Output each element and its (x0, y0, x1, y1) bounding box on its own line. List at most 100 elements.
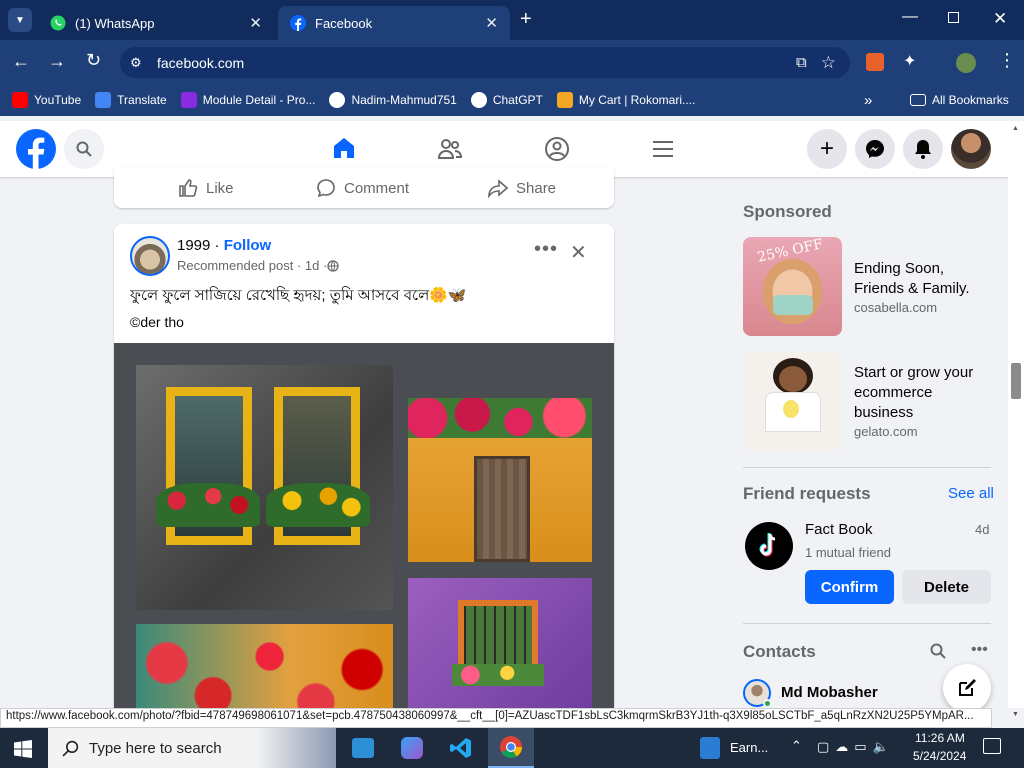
windows-icon (14, 740, 32, 758)
close-window-button[interactable]: ✕ (993, 9, 1007, 29)
messenger-icon (866, 140, 884, 158)
post-photo-grid[interactable] (114, 343, 614, 728)
friends-icon (437, 139, 462, 159)
ad-title: Start or grow your ecommerce business (854, 364, 974, 421)
site-info-icon[interactable]: ⚙ (130, 55, 148, 71)
photo-yellow-door[interactable] (408, 398, 592, 562)
profile-avatar[interactable] (956, 53, 976, 73)
scroll-up-arrow[interactable]: ▲ (1012, 125, 1019, 132)
extension-icon[interactable] (866, 53, 884, 71)
globe-icon (327, 259, 339, 272)
bookmark-star-icon[interactable]: ☆ (821, 53, 836, 73)
menu-icon[interactable]: ⋮ (998, 50, 1016, 71)
nav-menu[interactable] (615, 121, 710, 177)
tray-icons[interactable]: ▢☁▭🔈 (817, 739, 895, 755)
ad-gelato[interactable]: Start or grow your ecommerce business ge… (743, 352, 991, 451)
ad-domain: gelato.com (854, 424, 918, 439)
page-scrollbar[interactable]: ▲ ▼ (1008, 121, 1024, 718)
minimize-button[interactable]: — (902, 8, 918, 26)
scroll-down-arrow[interactable]: ▼ (1012, 711, 1019, 718)
ad-badge: 25% OFF (756, 236, 825, 266)
contact-name[interactable]: Md Mobasher (781, 684, 878, 701)
taskbar-search-box[interactable]: Type here to search (48, 728, 336, 768)
hamburger-icon (652, 141, 673, 157)
word-taskbar-icon[interactable] (700, 737, 720, 759)
install-app-icon[interactable]: ⧉ (796, 54, 807, 71)
url-text: facebook.com (157, 54, 245, 71)
notification-center-icon[interactable] (983, 738, 1001, 754)
friend-request-name[interactable]: Fact Book (805, 521, 873, 538)
share-icon (488, 179, 508, 198)
post-credit: ©der tho (130, 314, 184, 330)
chrome-taskbar-button[interactable] (488, 728, 534, 768)
restore-button[interactable] (948, 12, 959, 23)
task-view-button[interactable] (352, 738, 374, 758)
share-button[interactable]: Share (488, 178, 556, 198)
vscode-icon[interactable] (449, 736, 473, 760)
bookmark-module-detail[interactable]: Module Detail - Pro... (180, 92, 315, 108)
divider (743, 623, 991, 624)
all-bookmarks-folder[interactable]: All Bookmarks (910, 93, 1009, 107)
ad-image: 25% OFF (743, 236, 842, 336)
post-close-button[interactable]: ✕ (570, 240, 587, 265)
more-bookmarks-icon[interactable]: » (864, 92, 872, 109)
flower-box (266, 483, 370, 527)
home-icon (333, 137, 354, 158)
search-button[interactable] (64, 129, 104, 169)
comment-button[interactable]: Comment (316, 178, 409, 198)
search-placeholder: Type here to search (89, 739, 222, 757)
clock-date[interactable]: 5/24/2024 (913, 749, 966, 763)
start-button[interactable] (14, 740, 32, 763)
chevron-up-icon[interactable]: ⌃ (791, 738, 802, 754)
ad-cosabella[interactable]: 25% OFF Ending Soon, Friends & Family. c… (743, 236, 991, 336)
tiktok-icon (759, 533, 776, 557)
contacts-search-button[interactable] (930, 643, 946, 664)
bookmark-translate[interactable]: Translate (95, 92, 167, 108)
account-avatar[interactable] (951, 129, 991, 169)
extensions-puzzle-icon[interactable]: ✦ (903, 51, 916, 71)
confirm-button[interactable]: Confirm (805, 570, 894, 604)
youtube-icon (12, 92, 28, 108)
see-all-link[interactable]: See all (948, 485, 994, 502)
back-button[interactable]: ← (12, 51, 30, 72)
copilot-icon[interactable] (401, 737, 423, 759)
divider (743, 467, 991, 468)
search-icon (76, 141, 92, 157)
reload-button[interactable]: ↻ (86, 50, 101, 71)
post-options-button[interactable]: ••• (534, 238, 558, 261)
search-icon (930, 643, 946, 659)
tab-search-button[interactable]: ▼ (8, 8, 32, 32)
clock-time[interactable]: 11:26 AM (915, 731, 965, 745)
photo-purple-window[interactable] (408, 578, 592, 728)
contacts-options-button[interactable]: ••• (971, 641, 988, 659)
close-tab-icon[interactable]: ✕ (249, 14, 262, 32)
like-button[interactable]: Like (178, 178, 234, 198)
close-tab-icon[interactable]: ✕ (485, 14, 498, 32)
post-author-name[interactable]: 1999 (177, 237, 210, 254)
contacts-heading: Contacts (743, 642, 816, 661)
messenger-button[interactable] (855, 129, 895, 169)
follow-link[interactable]: Follow (224, 237, 272, 254)
bookmark-chatgpt[interactable]: ChatGPT (470, 92, 543, 108)
photo-grey-wall-windows[interactable] (136, 365, 393, 610)
delete-button[interactable]: Delete (902, 570, 991, 604)
friend-request-avatar[interactable] (745, 522, 793, 570)
create-button[interactable]: + (807, 129, 847, 169)
bookmark-rokomari[interactable]: My Cart | Rokomari.... (556, 92, 695, 108)
new-tab-button[interactable]: + (520, 8, 532, 31)
bookmark-github[interactable]: Nadim-Mahmud751 (329, 92, 457, 108)
tab-facebook[interactable]: Facebook ✕ (278, 6, 510, 40)
taskbar-app-label[interactable]: Earn... (730, 740, 768, 755)
notifications-button[interactable] (903, 129, 943, 169)
tab-whatsapp[interactable]: (1) WhatsApp ✕ (38, 6, 274, 40)
bookmark-youtube[interactable]: YouTube (12, 92, 81, 108)
scrollbar-thumb[interactable] (1011, 363, 1021, 399)
groups-icon (544, 137, 569, 161)
post-author-avatar[interactable] (130, 236, 170, 276)
address-bar[interactable]: ⚙ facebook.com ⧉ ☆ (120, 47, 850, 78)
forward-button[interactable]: → (48, 51, 66, 72)
new-message-button[interactable] (943, 664, 991, 712)
ad-title: Ending Soon, Friends & Family. (854, 260, 970, 297)
feed-post: 1999 · Follow Recommended post · 1d · ••… (114, 224, 614, 728)
facebook-logo[interactable] (16, 129, 56, 169)
